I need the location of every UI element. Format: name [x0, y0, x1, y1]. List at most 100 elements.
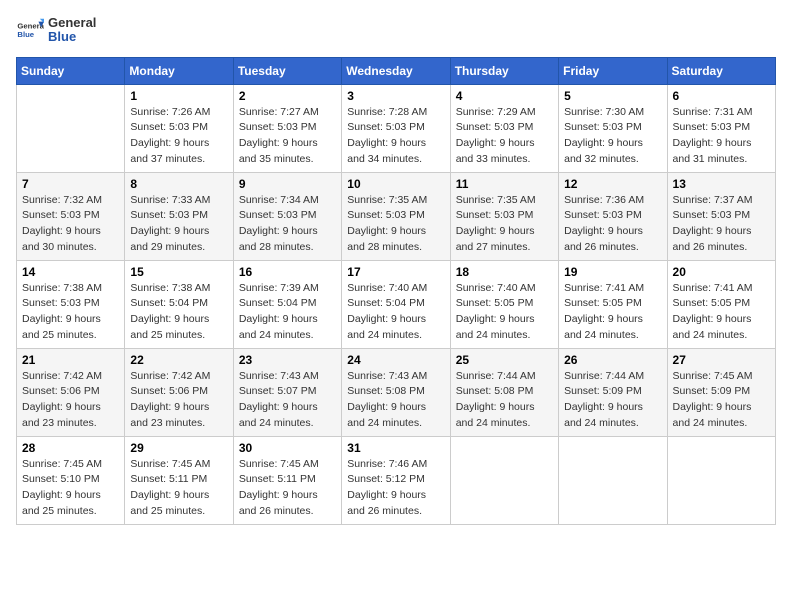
- logo-blue-text: Blue: [48, 30, 96, 44]
- day-number: 22: [130, 353, 227, 367]
- calendar-cell: 5Sunrise: 7:30 AM Sunset: 5:03 PM Daylig…: [559, 84, 667, 172]
- col-header-thursday: Thursday: [450, 57, 558, 84]
- day-info: Sunrise: 7:34 AM Sunset: 5:03 PM Dayligh…: [239, 193, 336, 256]
- calendar-cell: 15 Sunrise: 7:38 AM Sunset: 5:04 PM Dayli…: [125, 260, 233, 348]
- day-number: 11: [456, 177, 553, 191]
- day-number: 9: [239, 177, 336, 191]
- day-info: Sunrise: 7:42 AM Sunset: 5:06 PM Dayligh…: [22, 369, 119, 432]
- calendar-week-4: 21 Sunrise: 7:42 AM Sunset: 5:06 PM Dayli…: [17, 348, 776, 436]
- day-number: 25: [456, 353, 553, 367]
- calendar-cell: 25 Sunrise: 7:44 AM Sunset: 5:08 PM Dayli…: [450, 348, 558, 436]
- day-info: Sunrise: 7:33 AM Sunset: 5:03 PM Dayligh…: [130, 193, 227, 256]
- day-info: Sunrise: 7:45 AM Sunset: 5:11 PM Dayligh…: [239, 457, 336, 520]
- col-header-wednesday: Wednesday: [342, 57, 450, 84]
- calendar-cell: 20 Sunrise: 7:41 AM Sunset: 5:05 PM Dayli…: [667, 260, 775, 348]
- calendar-cell: 14Sunrise: 7:38 AM Sunset: 5:03 PM Dayli…: [17, 260, 125, 348]
- day-number: 4: [456, 89, 553, 103]
- day-info: Sunrise: 7:45 AM Sunset: 5:11 PM Dayligh…: [130, 457, 227, 520]
- day-info: Sunrise: 7:44 AM Sunset: 5:08 PM Dayligh…: [456, 369, 553, 432]
- day-info: Sunrise: 7:29 AM Sunset: 5:03 PM Dayligh…: [456, 105, 553, 168]
- day-number: 15: [130, 265, 227, 279]
- day-info: Sunrise: 7:27 AM Sunset: 5:03 PM Dayligh…: [239, 105, 336, 168]
- day-info: Sunrise: 7:36 AM Sunset: 5:03 PM Dayligh…: [564, 193, 661, 256]
- calendar-table: SundayMondayTuesdayWednesdayThursdayFrid…: [16, 57, 776, 525]
- calendar-cell: 9 Sunrise: 7:34 AM Sunset: 5:03 PM Daylig…: [233, 172, 341, 260]
- calendar-cell: 3Sunrise: 7:28 AM Sunset: 5:03 PM Daylig…: [342, 84, 450, 172]
- day-info: Sunrise: 7:41 AM Sunset: 5:05 PM Dayligh…: [564, 281, 661, 344]
- calendar-week-1: 1Sunrise: 7:26 AM Sunset: 5:03 PM Daylig…: [17, 84, 776, 172]
- calendar-cell: 29 Sunrise: 7:45 AM Sunset: 5:11 PM Dayli…: [125, 436, 233, 524]
- calendar-cell: 2 Sunrise: 7:27 AM Sunset: 5:03 PM Daylig…: [233, 84, 341, 172]
- day-info: Sunrise: 7:45 AM Sunset: 5:10 PM Dayligh…: [22, 457, 119, 520]
- day-number: 20: [673, 265, 770, 279]
- day-number: 8: [130, 177, 227, 191]
- day-info: Sunrise: 7:45 AM Sunset: 5:09 PM Dayligh…: [673, 369, 770, 432]
- calendar-cell: [17, 84, 125, 172]
- col-header-saturday: Saturday: [667, 57, 775, 84]
- calendar-cell: 23 Sunrise: 7:43 AM Sunset: 5:07 PM Dayli…: [233, 348, 341, 436]
- calendar-cell: 24Sunrise: 7:43 AM Sunset: 5:08 PM Dayli…: [342, 348, 450, 436]
- day-number: 7: [22, 177, 119, 191]
- calendar-cell: 8 Sunrise: 7:33 AM Sunset: 5:03 PM Daylig…: [125, 172, 233, 260]
- calendar-cell: [559, 436, 667, 524]
- day-info: Sunrise: 7:41 AM Sunset: 5:05 PM Dayligh…: [673, 281, 770, 344]
- day-number: 12: [564, 177, 661, 191]
- day-number: 29: [130, 441, 227, 455]
- day-info: Sunrise: 7:43 AM Sunset: 5:08 PM Dayligh…: [347, 369, 444, 432]
- day-number: 18: [456, 265, 553, 279]
- logo-general-text: General: [48, 16, 96, 30]
- day-info: Sunrise: 7:35 AM Sunset: 5:03 PM Dayligh…: [456, 193, 553, 256]
- day-number: 31: [347, 441, 444, 455]
- day-number: 6: [673, 89, 770, 103]
- logo-icon: General Blue: [16, 16, 44, 44]
- day-info: Sunrise: 7:32 AM Sunset: 5:03 PM Dayligh…: [22, 193, 119, 256]
- day-number: 30: [239, 441, 336, 455]
- calendar-cell: [667, 436, 775, 524]
- calendar-cell: 13 Sunrise: 7:37 AM Sunset: 5:03 PM Dayli…: [667, 172, 775, 260]
- day-info: Sunrise: 7:28 AM Sunset: 5:03 PM Dayligh…: [347, 105, 444, 168]
- day-number: 1: [130, 89, 227, 103]
- calendar-cell: 1Sunrise: 7:26 AM Sunset: 5:03 PM Daylig…: [125, 84, 233, 172]
- calendar-header-row: SundayMondayTuesdayWednesdayThursdayFrid…: [17, 57, 776, 84]
- calendar-cell: [450, 436, 558, 524]
- svg-text:Blue: Blue: [17, 30, 34, 39]
- day-info: Sunrise: 7:35 AM Sunset: 5:03 PM Dayligh…: [347, 193, 444, 256]
- day-number: 14: [22, 265, 119, 279]
- calendar-cell: 28 Sunrise: 7:45 AM Sunset: 5:10 PM Dayli…: [17, 436, 125, 524]
- day-number: 17: [347, 265, 444, 279]
- day-info: Sunrise: 7:40 AM Sunset: 5:04 PM Dayligh…: [347, 281, 444, 344]
- col-header-monday: Monday: [125, 57, 233, 84]
- day-info: Sunrise: 7:40 AM Sunset: 5:05 PM Dayligh…: [456, 281, 553, 344]
- day-number: 21: [22, 353, 119, 367]
- col-header-sunday: Sunday: [17, 57, 125, 84]
- calendar-cell: 18 Sunrise: 7:40 AM Sunset: 5:05 PM Dayli…: [450, 260, 558, 348]
- day-info: Sunrise: 7:37 AM Sunset: 5:03 PM Dayligh…: [673, 193, 770, 256]
- day-info: Sunrise: 7:38 AM Sunset: 5:04 PM Dayligh…: [130, 281, 227, 344]
- calendar-cell: 11 Sunrise: 7:35 AM Sunset: 5:03 PM Dayli…: [450, 172, 558, 260]
- calendar-cell: 6Sunrise: 7:31 AM Sunset: 5:03 PM Daylig…: [667, 84, 775, 172]
- day-info: Sunrise: 7:43 AM Sunset: 5:07 PM Dayligh…: [239, 369, 336, 432]
- day-number: 2: [239, 89, 336, 103]
- day-info: Sunrise: 7:30 AM Sunset: 5:03 PM Dayligh…: [564, 105, 661, 168]
- day-number: 16: [239, 265, 336, 279]
- calendar-cell: 26Sunrise: 7:44 AM Sunset: 5:09 PM Dayli…: [559, 348, 667, 436]
- calendar-cell: 16 Sunrise: 7:39 AM Sunset: 5:04 PM Dayli…: [233, 260, 341, 348]
- calendar-week-2: 7 Sunrise: 7:32 AM Sunset: 5:03 PM Daylig…: [17, 172, 776, 260]
- day-info: Sunrise: 7:44 AM Sunset: 5:09 PM Dayligh…: [564, 369, 661, 432]
- day-info: Sunrise: 7:39 AM Sunset: 5:04 PM Dayligh…: [239, 281, 336, 344]
- col-header-friday: Friday: [559, 57, 667, 84]
- day-number: 23: [239, 353, 336, 367]
- calendar-cell: 7 Sunrise: 7:32 AM Sunset: 5:03 PM Daylig…: [17, 172, 125, 260]
- calendar-cell: 27Sunrise: 7:45 AM Sunset: 5:09 PM Dayli…: [667, 348, 775, 436]
- calendar-cell: 10 Sunrise: 7:35 AM Sunset: 5:03 PM Dayli…: [342, 172, 450, 260]
- day-number: 13: [673, 177, 770, 191]
- col-header-tuesday: Tuesday: [233, 57, 341, 84]
- calendar-cell: 19 Sunrise: 7:41 AM Sunset: 5:05 PM Dayli…: [559, 260, 667, 348]
- day-number: 28: [22, 441, 119, 455]
- calendar-cell: 22 Sunrise: 7:42 AM Sunset: 5:06 PM Dayli…: [125, 348, 233, 436]
- day-info: Sunrise: 7:42 AM Sunset: 5:06 PM Dayligh…: [130, 369, 227, 432]
- calendar-cell: 21 Sunrise: 7:42 AM Sunset: 5:06 PM Dayli…: [17, 348, 125, 436]
- day-number: 10: [347, 177, 444, 191]
- day-number: 19: [564, 265, 661, 279]
- calendar-cell: 17 Sunrise: 7:40 AM Sunset: 5:04 PM Dayli…: [342, 260, 450, 348]
